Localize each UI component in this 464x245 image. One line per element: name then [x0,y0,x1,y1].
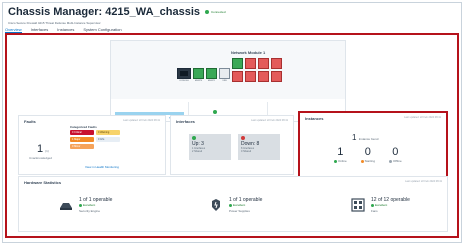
fault-chip-warning[interactable]: 0 Warning [96,130,120,135]
title-row: Chassis Manager: 4215_WA_chassis Connect… [8,5,226,19]
port-group: CONSOLE MGMT0 MGMT1 USB [177,58,282,82]
port-console[interactable]: CONSOLE [177,68,191,82]
hw-power-supplies: 1 of 1 operable Excellent Power Supplies [209,197,262,213]
port-label: MGMT0 [194,80,203,82]
port-mgmt0[interactable]: MGMT0 [193,68,204,82]
page-subtitle: Cisco Secure Firewall 4215 Threat Defens… [8,21,101,25]
mgmt-port-icon [206,68,217,79]
last-updated: Last updated: 22 Feb 2024 08:41 [405,180,442,183]
sfp-port-icon[interactable] [258,71,269,82]
tab-overview[interactable]: Overview [5,27,22,33]
interfaces-down-meta: 0 Shared [241,150,252,153]
status-dot-icon [213,110,218,114]
offline-status-icon [389,159,393,163]
interfaces-down-box[interactable]: Down: 8 8 Interfaces 0 Shared [238,134,280,160]
faults-card: Faults Last updated: 22 Feb 2024 08:41 1… [18,115,166,175]
fault-chip-info[interactable]: 0 Info [96,137,120,142]
online-label: Online [338,159,347,163]
hw-fans: 12 of 12 operable Excellent Fans [351,197,410,213]
fault-count-value: 1 [37,143,44,155]
up-status-icon [192,136,196,140]
port-mgmt1[interactable]: MGMT1 [206,68,217,82]
interfaces-title: Interfaces [176,119,195,124]
tab-interfaces[interactable]: Interfaces [31,27,49,33]
port-label: CONSOLE [179,80,189,82]
connection-status: Connected [205,10,226,14]
fault-chip-major[interactable]: 1 Major [70,137,94,142]
last-updated: Last updated: 22 Feb 2024 08:41 [123,119,160,122]
sfp-port-icon[interactable] [271,71,282,82]
instances-starting[interactable]: 0 Starting [360,146,376,163]
power-supplies-status: Excellent [233,203,246,207]
categorized-faults-label: Categorized Faults [70,125,97,129]
instance-found-label: Instance found [358,137,379,141]
sfp-port-icon[interactable] [245,58,256,69]
instances-offline[interactable]: 0 Offline [389,146,402,163]
status-dot-icon [205,10,209,14]
interfaces-card: Interfaces Last updated: 22 Feb 2024 08:… [170,115,294,175]
fault-chip-grid: 0 Critical 0 Warning 1 Major 0 Info 0 Mi… [70,130,120,149]
last-updated: Last updated: 22 Feb 2024 08:41 [251,119,288,122]
security-engine-label: Security Engine [79,209,101,213]
fault-chip-minor[interactable]: 0 Minor [70,144,94,149]
online-count: 1 [337,146,344,158]
power-supply-icon [212,199,220,211]
down-status-icon [241,136,245,140]
fan-icon [351,198,365,212]
hardware-statistics-title: Hardware Statistics [24,180,62,185]
instances-online[interactable]: 1 Online [334,146,347,163]
fault-count: 1 (1) [37,143,49,155]
starting-count: 0 [364,146,371,158]
hardware-statistics-card: Hardware Statistics Last updated: 22 Feb… [18,176,448,232]
port-label: USB [222,80,227,82]
starting-status-icon [360,159,364,163]
sfp-port-icon[interactable] [258,58,269,69]
power-supplies-label: Power Supplies [229,209,250,213]
last-updated: Last updated: 22 Feb 2024 08:41 [404,116,441,119]
excellent-status-icon [371,203,374,207]
instance-status-row: 1 Online 0 Starting 0 Offline [334,146,402,163]
hw-security-engine: 1 of 1 operable Excellent Security Engin… [59,197,112,213]
faults-title: Faults [24,119,36,124]
usb-port-icon [219,68,230,79]
tab-instances[interactable]: Instances [57,27,74,33]
excellent-status-icon [79,203,82,207]
console-port-icon [177,68,191,79]
fault-chip-critical[interactable]: 0 Critical [70,130,94,135]
interfaces-up-meta: 2 Shared [192,150,203,153]
chassis-overview-panel: Network Module 1 CONSOLE MGMT0 MGMT1 USB [110,40,346,122]
unacknowledged-label: Unacknowledged [29,156,53,160]
instances-title: Instances [305,116,324,121]
security-engine-icon [60,203,72,210]
online-status-icon [334,159,337,163]
network-module-label: Network Module 1 [231,50,266,55]
instance-found-headline: 1 Instance found [352,133,378,142]
sfp-port-icon[interactable] [245,71,256,82]
offline-label: Offline [393,159,402,163]
tab-system-configuration[interactable]: System Configuration [83,27,121,33]
sfp-port-icon[interactable] [271,58,282,69]
fans-status: Excellent [375,203,388,207]
sfp-port-icon[interactable] [232,71,243,82]
health-monitoring-link[interactable]: View in Health Monitoring [85,165,119,169]
port-label: MGMT1 [207,80,216,82]
page-title: Chassis Manager: 4215_WA_chassis [8,6,200,18]
excellent-status-icon [229,203,232,207]
fault-count-sup: (1) [45,149,49,153]
instance-found-count: 1 [352,133,357,142]
security-engine-status: Excellent [83,203,96,207]
sfp-port-icon[interactable] [232,58,243,69]
instances-card: Instances Last updated: 22 Feb 2024 08:4… [298,111,448,179]
connection-label: Connected [211,10,226,14]
starting-label: Starting [364,159,376,163]
offline-count: 0 [392,146,399,158]
fans-label: Fans [371,209,378,213]
mgmt-port-icon [193,68,204,79]
port-usb[interactable]: USB [219,68,230,82]
interfaces-up-box[interactable]: Up: 3 1 Interfaces 2 Shared [189,134,231,160]
tab-bar: Overview Interfaces Instances System Con… [5,27,122,33]
sfp-port-grid [232,58,282,82]
